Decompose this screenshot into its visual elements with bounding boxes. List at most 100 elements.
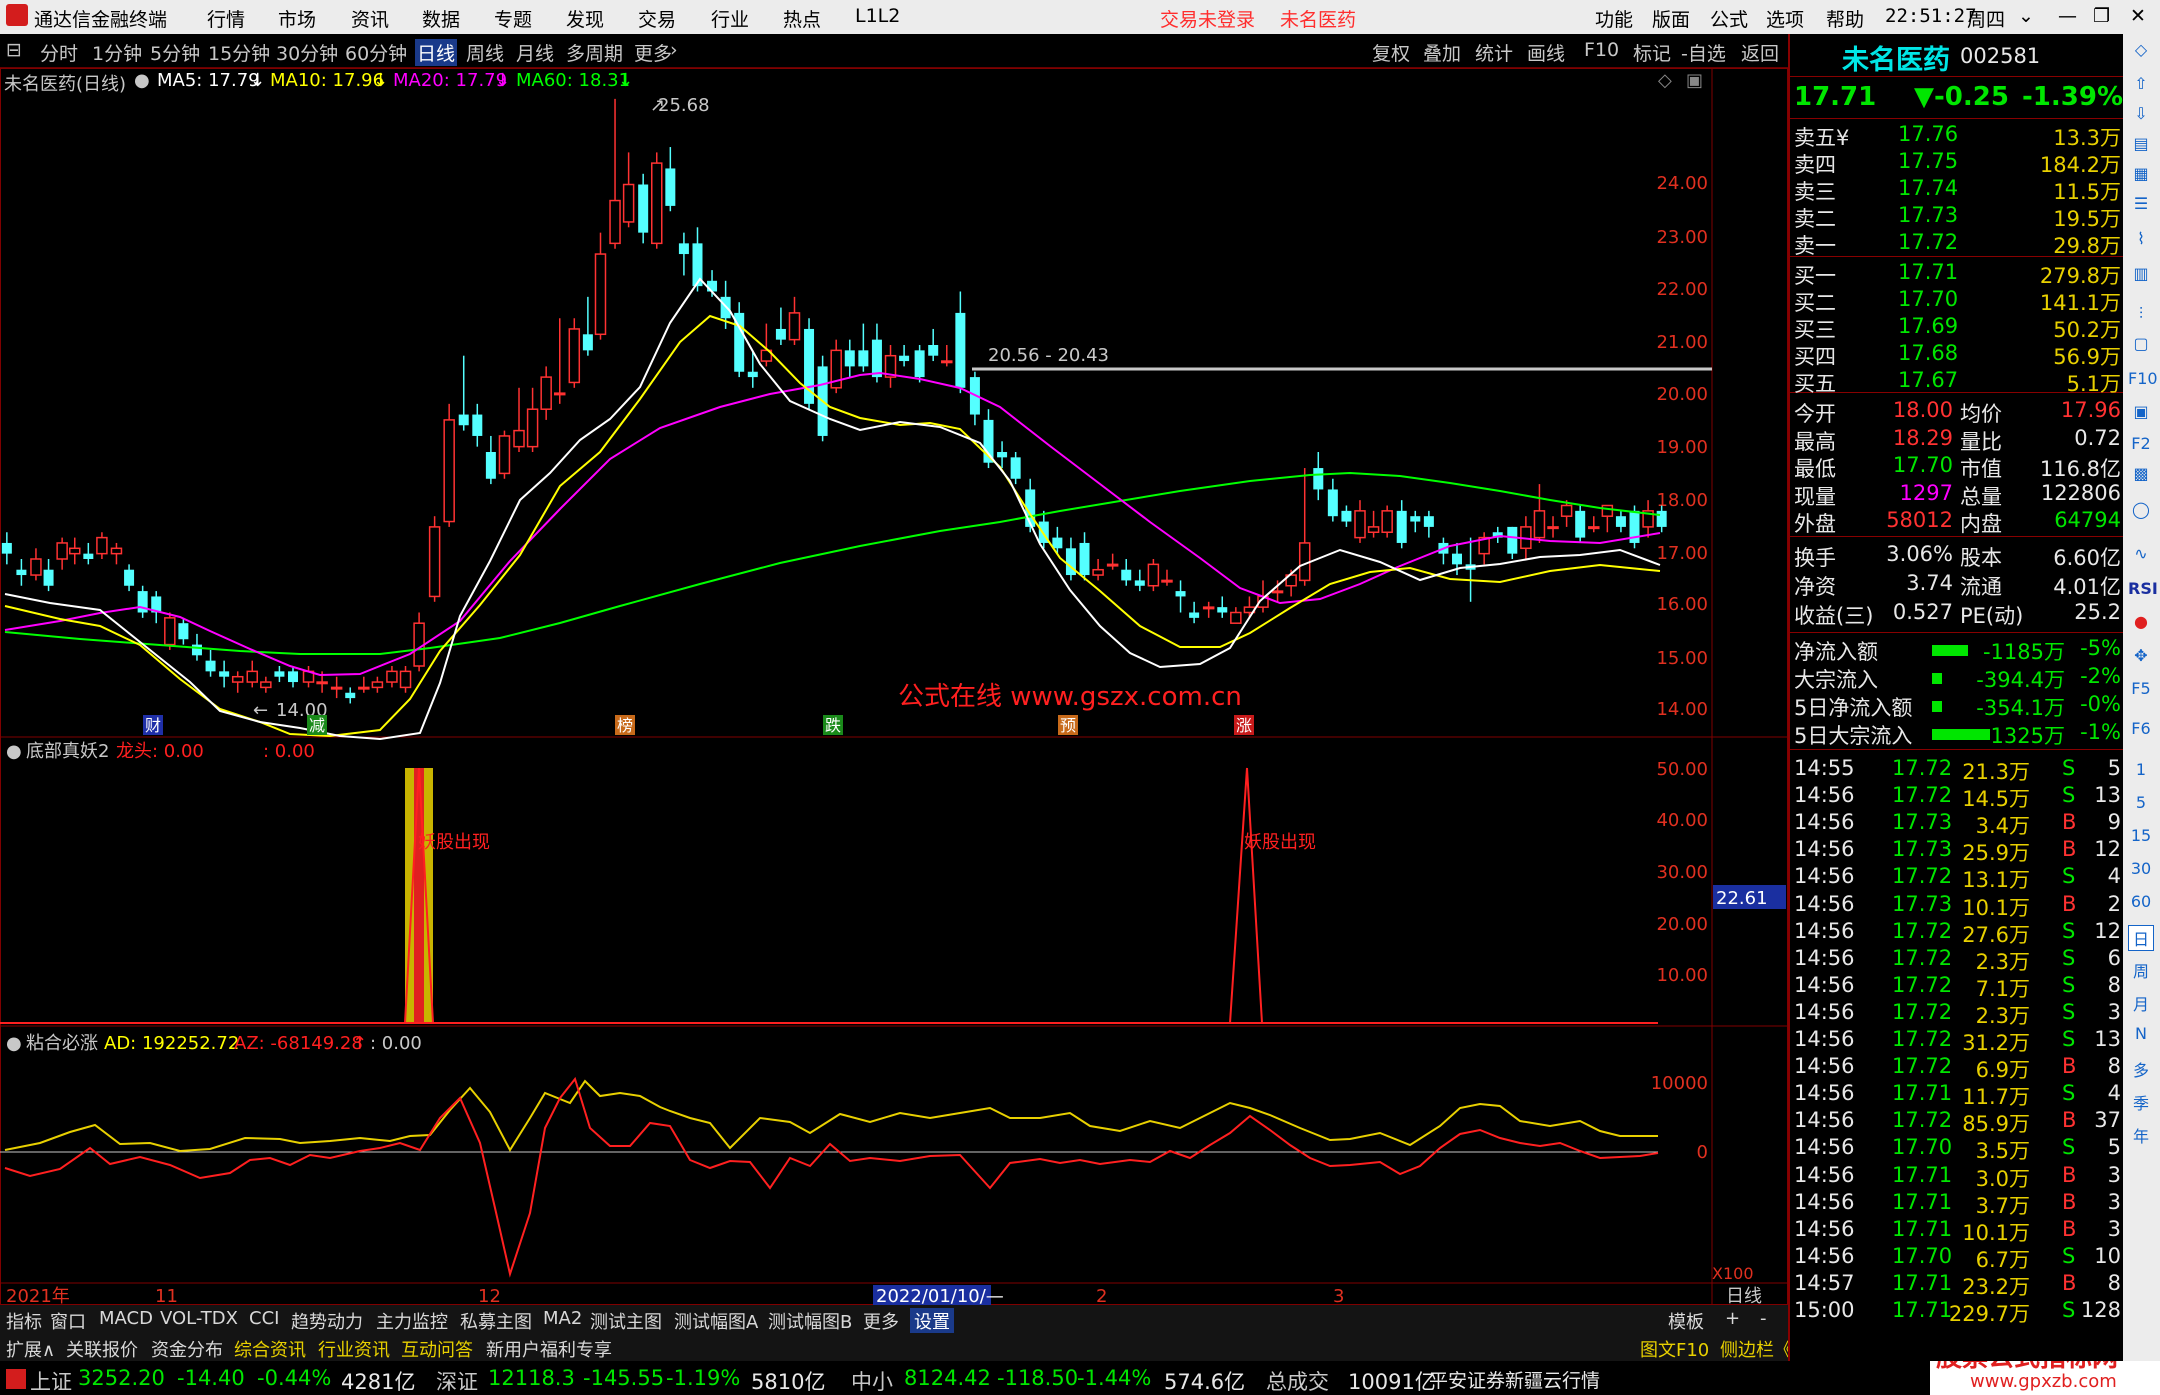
menu-l1l2[interactable]: L1L2 [855, 5, 900, 27]
period-fenshi[interactable]: 分时 [40, 39, 78, 66]
bid-row[interactable]: 买二 17.70 141.1万 [1790, 287, 2125, 315]
tick-row[interactable]: 14:56 17.71 3.0万 B 3 [1790, 1163, 2125, 1191]
stat-row[interactable]: 最高 18.29 量比 0.72 [1790, 426, 2125, 454]
tab-zijinfenbu[interactable]: 资金分布 [151, 1336, 223, 1362]
tick-row[interactable]: 14:56 17.71 3.7万 B 3 [1790, 1190, 2125, 1218]
tick-row[interactable]: 14:56 17.72 2.3万 S 6 [1790, 946, 2125, 974]
tick-row[interactable]: 14:56 17.70 6.7万 S 10 [1790, 1244, 2125, 1272]
tick-row[interactable]: 14:55 17.72 21.3万 S 5 [1790, 756, 2125, 784]
tick-row[interactable]: 14:56 17.72 2.3万 S 3 [1790, 1000, 2125, 1028]
tab-qushidongli[interactable]: 趋势动力 [291, 1308, 363, 1334]
stat-row[interactable]: 外盘 58012 内盘 64794 [1790, 508, 2125, 536]
menu-shichang[interactable]: 市场 [278, 5, 316, 32]
stat-row[interactable]: 换手 3.06% 股本 6.60亿 [1790, 542, 2125, 570]
menu-shuju[interactable]: 数据 [422, 5, 460, 32]
zx-name[interactable]: 中小 [851, 1366, 893, 1395]
f10-icon[interactable]: F10 [2128, 369, 2158, 395]
period-1min[interactable]: 1分钟 [92, 39, 142, 66]
index-icon[interactable] [6, 1369, 26, 1389]
sz-name[interactable]: 深证 [436, 1366, 478, 1395]
tab-chuangkou[interactable]: 窗口 [50, 1308, 86, 1334]
tab-simuzhutu[interactable]: 私募主图 [460, 1308, 532, 1334]
tool-zixuan[interactable]: -自选 [1681, 39, 1726, 66]
stat-row[interactable]: 最低 17.70 市值 116.8亿 [1790, 453, 2125, 481]
close-icon[interactable]: ✕ [2130, 5, 2146, 27]
tick-row[interactable]: 14:56 17.72 13.1万 S 4 [1790, 864, 2125, 892]
tick-row[interactable]: 14:56 17.72 85.9万 B 37 [1790, 1108, 2125, 1136]
broker-name[interactable]: 平安证券新疆云行情 [1429, 1366, 1600, 1393]
stat-row[interactable]: 收益(三) 0.527 PE(动) 25.2 [1790, 600, 2125, 628]
doc-icon[interactable]: ▤ [2128, 134, 2154, 160]
tab-hangyezixun[interactable]: 行业资讯 [318, 1336, 390, 1362]
minimize-icon[interactable]: — [2058, 5, 2077, 27]
tool-fuquan[interactable]: 复权 [1372, 39, 1410, 66]
tab-minus[interactable]: - [1760, 1308, 1767, 1329]
trade-status[interactable]: 交易未登录 [1160, 5, 1255, 32]
tick-row[interactable]: 14:57 17.71 23.2万 B 8 [1790, 1271, 2125, 1299]
tick-row[interactable]: 14:56 17.73 25.9万 B 12 [1790, 837, 2125, 865]
menu-xuanxiang[interactable]: 选项 [1766, 5, 1804, 32]
period-week[interactable]: 周线 [466, 39, 504, 66]
tick-row[interactable]: 14:56 17.70 3.5万 S 5 [1790, 1135, 2125, 1163]
circle-icon[interactable]: ◯ [2128, 500, 2154, 526]
menu-bangzhu[interactable]: 帮助 [1826, 5, 1864, 32]
bid-row[interactable]: 买三 17.69 50.2万 [1790, 314, 2125, 342]
side-period-9[interactable]: 多 [2128, 1057, 2154, 1083]
tool-huaxian[interactable]: 画线 [1527, 39, 1565, 66]
side-period-0[interactable]: 1 [2128, 760, 2154, 786]
tick-row[interactable]: 14:56 17.72 14.5万 S 13 [1790, 783, 2125, 811]
rsi-icon[interactable]: RSI [2128, 579, 2158, 605]
side-period-11[interactable]: 年 [2128, 1123, 2154, 1149]
table-icon[interactable]: ▦ [2128, 164, 2154, 190]
side-period-8[interactable]: N [2128, 1024, 2154, 1050]
tab-guanlianbaojia[interactable]: 关联报价 [66, 1336, 138, 1362]
menu-redian[interactable]: 热点 [783, 5, 821, 32]
tab-vol-tdx[interactable]: VOL-TDX [160, 1308, 238, 1329]
tab-ma2[interactable]: MA2 [543, 1308, 582, 1329]
tool-tongji[interactable]: 统计 [1475, 39, 1513, 66]
period-more[interactable]: 更多 [634, 39, 672, 66]
f2-icon[interactable]: F2 [2128, 434, 2154, 460]
list-icon[interactable]: ☰ [2128, 194, 2154, 220]
tab-kuozhan[interactable]: 扩展∧ [6, 1336, 55, 1362]
tab-hudongwenda[interactable]: 互动问答 [401, 1336, 473, 1362]
page-icon[interactable]: ▢ [2128, 334, 2154, 360]
bid-row[interactable]: 买一 17.71 279.8万 [1790, 260, 2125, 288]
menu-banmian[interactable]: 版面 [1652, 5, 1690, 32]
tick-row[interactable]: 14:56 17.72 6.9万 B 8 [1790, 1054, 2125, 1082]
kline-icon[interactable]: ⫶ [2128, 304, 2154, 330]
f6-icon[interactable]: F6 [2128, 719, 2154, 745]
flow-row[interactable]: 大宗流入 -394.4万 -2% [1790, 664, 2125, 692]
tab-ceshizhutu[interactable]: 测试主图 [590, 1308, 662, 1334]
side-period-4[interactable]: 60 [2128, 892, 2154, 918]
period-60min[interactable]: 60分钟 [345, 39, 407, 66]
sh-name[interactable]: 上证 [30, 1366, 72, 1395]
box-icon[interactable]: ▩ [2128, 464, 2154, 490]
grid-icon[interactable]: ▥ [2128, 264, 2154, 290]
wave-icon[interactable]: ∿ [2128, 544, 2154, 570]
tab-macd[interactable]: MACD [99, 1308, 153, 1329]
tick-row[interactable]: 14:56 17.73 3.4万 B 9 [1790, 810, 2125, 838]
menu-gongshi[interactable]: 公式 [1710, 5, 1748, 32]
f5-icon[interactable]: F5 [2128, 679, 2154, 705]
period-5min[interactable]: 5分钟 [150, 39, 200, 66]
stat-row[interactable]: 今开 18.00 均价 17.96 [1790, 398, 2125, 426]
stat-row[interactable]: 现量 1297 总量 122806 [1790, 481, 2125, 509]
tool-diejia[interactable]: 叠加 [1423, 39, 1461, 66]
period-day[interactable]: 日线 [415, 39, 458, 66]
tab-tuwenf10[interactable]: 图文F10 [1640, 1336, 1709, 1362]
tool-f10[interactable]: F10 [1584, 39, 1619, 61]
side-period-2[interactable]: 15 [2128, 826, 2154, 852]
move-icon[interactable]: ✥ [2128, 646, 2154, 672]
tab-plus[interactable]: + [1725, 1308, 1740, 1329]
collapse-icon[interactable]: ⊟ [6, 39, 22, 61]
event-marker-cai[interactable]: 财 [145, 716, 161, 735]
ask-row[interactable]: 卖二 17.73 19.5万 [1790, 203, 2125, 231]
tab-cebianlan[interactable]: 侧边栏《 [1720, 1336, 1792, 1362]
calendar-icon[interactable]: ▣ [2128, 402, 2154, 428]
side-period-3[interactable]: 30 [2128, 859, 2154, 885]
period-month[interactable]: 月线 [516, 39, 554, 66]
search-icon[interactable]: ● [2128, 612, 2154, 638]
arrow-down-icon[interactable]: ⌄ [2018, 5, 2034, 27]
menu-hangye[interactable]: 行业 [711, 5, 749, 32]
